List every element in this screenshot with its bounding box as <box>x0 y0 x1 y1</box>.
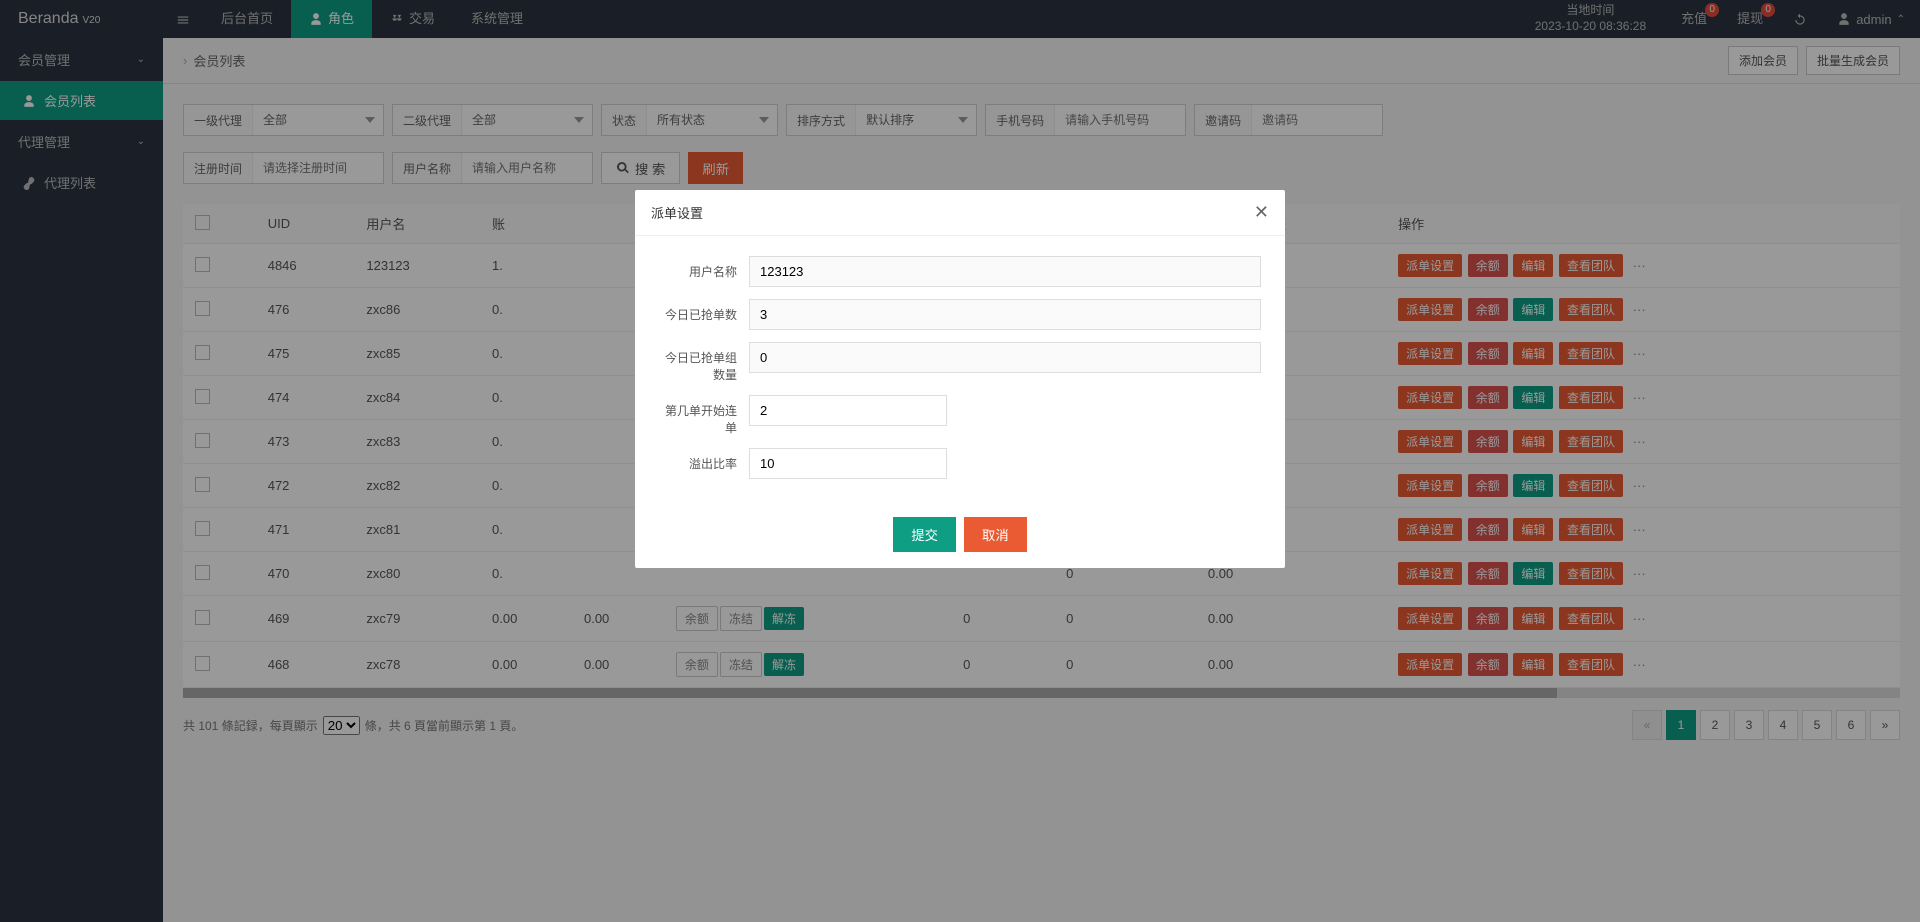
assign-settings-modal: 派单设置 ✕ 用户名称 今日已抢单数 今日已抢单组数量 第几单开始连单 溢出比率 <box>635 190 1285 568</box>
modal-start-order-label: 第几单开始连单 <box>659 395 749 436</box>
modal-overlay[interactable]: 派单设置 ✕ 用户名称 今日已抢单数 今日已抢单组数量 第几单开始连单 溢出比率 <box>0 0 1920 922</box>
modal-username-label: 用户名称 <box>659 256 749 280</box>
modal-title: 派单设置 <box>651 203 703 222</box>
modal-overflow-input[interactable] <box>749 448 947 479</box>
cancel-button[interactable]: 取消 <box>964 517 1027 552</box>
modal-group-count-input <box>749 342 1261 373</box>
modal-start-order-input[interactable] <box>749 395 947 426</box>
modal-footer: 提交 取消 <box>635 501 1285 568</box>
submit-button[interactable]: 提交 <box>893 517 956 552</box>
modal-today-count-label: 今日已抢单数 <box>659 299 749 323</box>
modal-today-count-input <box>749 299 1261 330</box>
modal-group-count-label: 今日已抢单组数量 <box>659 342 749 383</box>
modal-body: 用户名称 今日已抢单数 今日已抢单组数量 第几单开始连单 溢出比率 <box>635 236 1285 501</box>
modal-header: 派单设置 ✕ <box>635 190 1285 236</box>
modal-username-input <box>749 256 1261 287</box>
modal-overflow-label: 溢出比率 <box>659 448 749 472</box>
close-icon[interactable]: ✕ <box>1254 202 1269 223</box>
